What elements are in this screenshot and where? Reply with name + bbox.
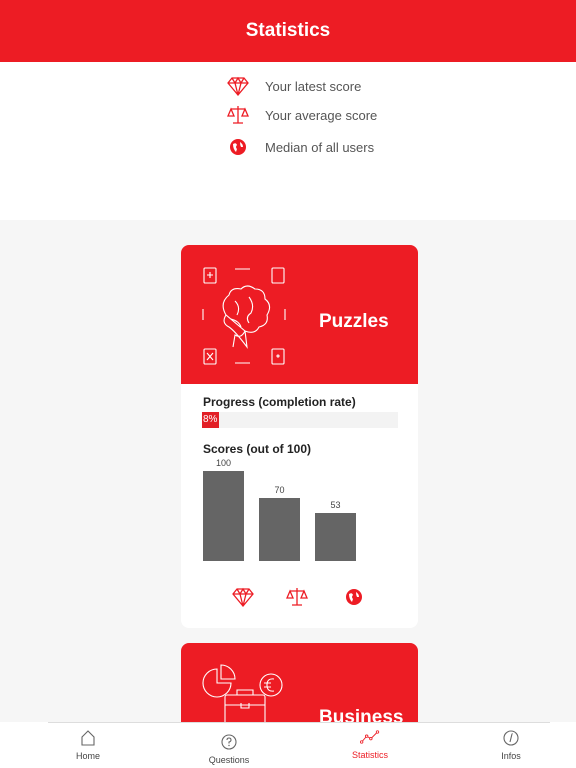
info-icon [501,728,521,748]
chart-data-label: 100 [215,458,232,468]
globe-icon [226,135,250,159]
business-card[interactable]: Business [181,643,418,722]
scales-icon [285,585,309,609]
page-title: Statistics [245,20,331,41]
progress-bar: 8% [202,412,398,428]
tab-questions[interactable]: Questions [179,732,279,765]
chart-legend-icons [181,585,418,609]
tab-bar: Home Questions Statistics Infos [0,722,576,768]
tab-statistics[interactable]: Statistics [320,727,420,760]
legend-item-latest: Your latest score [226,74,361,98]
scores-bar-chart: 100 70 53 [203,450,403,565]
progress-fill: 8% [202,412,219,428]
puzzles-card[interactable]: Puzzles Progress (completion rate) 8% Sc… [181,245,418,628]
app-header: Statistics [0,0,576,62]
card-title-puzzles: Puzzles [319,311,389,332]
brain-icon [202,267,286,365]
home-icon [78,728,98,748]
scales-icon [226,103,250,127]
legend-item-average: Your average score [226,103,377,127]
chart-bar [315,513,356,561]
globe-icon [342,585,366,609]
briefcase-icon [202,664,283,722]
chart-data-label: 53 [330,500,341,511]
diamond-icon [231,585,255,609]
diamond-icon [226,74,250,98]
legend: Your latest score Your average score Med… [0,62,576,220]
legend-item-median: Median of all users [226,135,374,159]
chart-bar [203,471,244,561]
card-title-business: Business [319,707,404,722]
puzzles-card-header: Puzzles [181,245,418,384]
statistics-icon [360,727,380,747]
progress-value-text: 8% [203,414,218,425]
tab-bar-divider [48,722,550,723]
chart-data-label: 70 [274,485,285,495]
chart-bar [259,498,300,561]
tab-infos[interactable]: Infos [461,728,561,761]
progress-label: Progress (completion rate) [203,395,356,409]
tab-home[interactable]: Home [38,728,138,761]
question-icon [219,732,239,752]
